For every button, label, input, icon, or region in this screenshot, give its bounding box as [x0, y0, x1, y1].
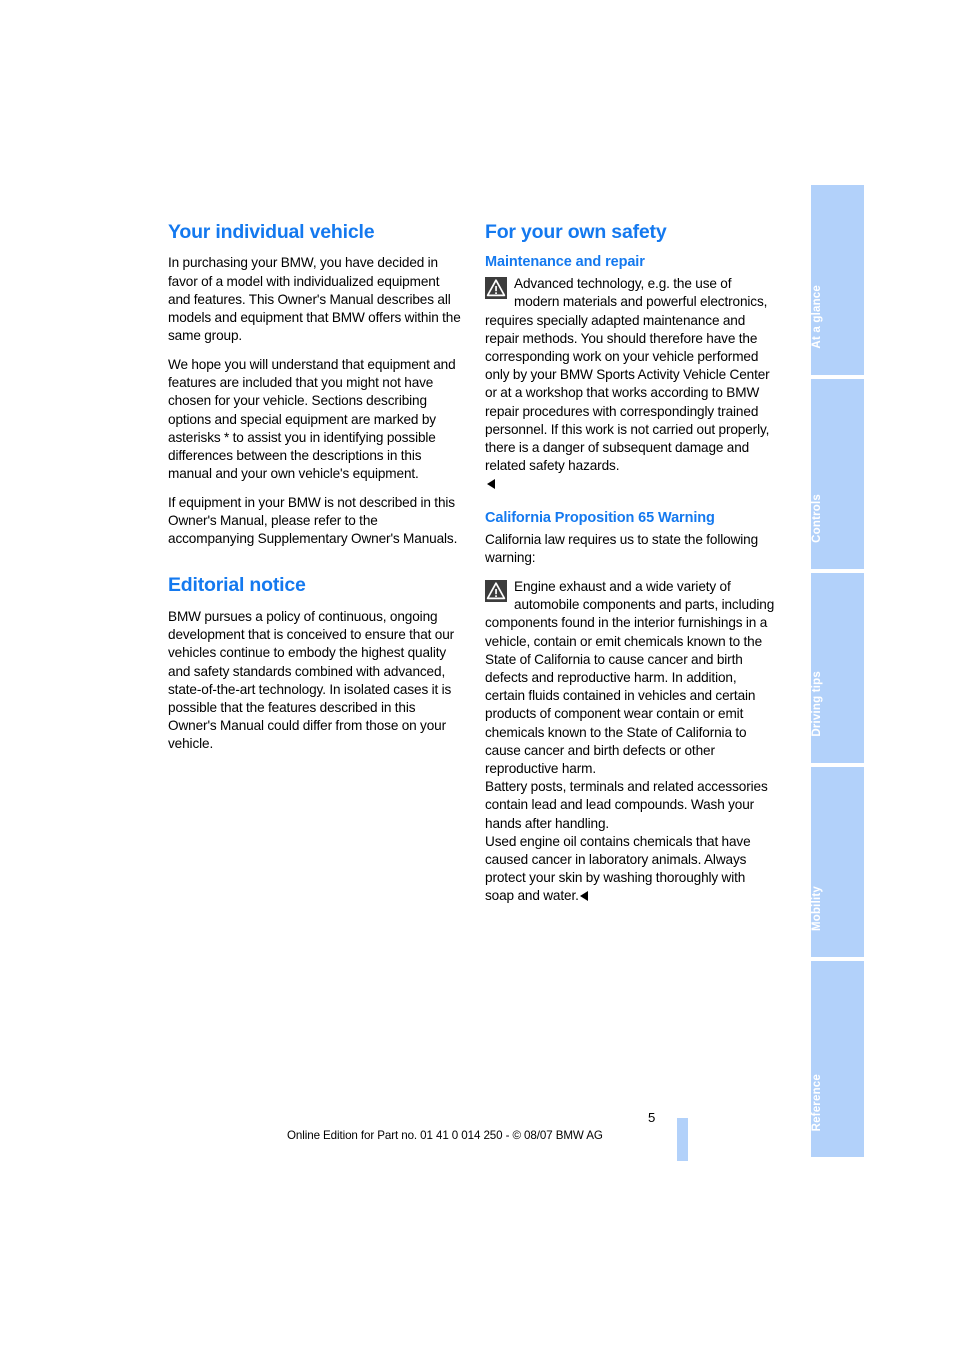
manual-page: Your individual vehicle In purchasing yo…: [0, 0, 954, 1350]
end-of-warning-marker: [486, 479, 495, 490]
paragraph: In purchasing your BMW, you have decided…: [168, 255, 461, 344]
page-title-your-individual-vehicle: Your individual vehicle: [168, 221, 375, 243]
warning-text: Engine exhaust and a wide variety of aut…: [485, 578, 775, 776]
left-column: Your individual vehicle In purchasing yo…: [168, 221, 461, 764]
paragraph: Used engine oil contains chemicals that …: [485, 833, 751, 904]
paragraph: Battery posts, terminals and related acc…: [485, 779, 768, 831]
side-tab-controls[interactable]: Controls: [811, 379, 864, 569]
side-tab-label: At a glance: [811, 285, 823, 349]
right-column: For your own safety Maintenance and repa…: [485, 221, 775, 916]
side-tab-label: Reference: [811, 1073, 823, 1131]
side-tab-label: Driving tips: [811, 671, 823, 737]
footer-accent-bar: [677, 1118, 688, 1161]
side-tab-mobility[interactable]: Mobility: [811, 767, 864, 957]
warning-block-proposition-65: Engine exhaust and a wide variety of aut…: [485, 578, 775, 906]
end-of-warning-marker: [580, 891, 589, 902]
paragraph: We hope you will understand that equipme…: [168, 356, 456, 482]
side-tab-reference[interactable]: Reference: [811, 961, 864, 1157]
side-tab-label: Mobility: [811, 885, 823, 931]
subheading-california-proposition-65-warning: California Proposition 65 Warning: [485, 510, 715, 527]
side-tab-at-a-glance[interactable]: At a glance: [811, 185, 864, 375]
side-tab-strip: At a glance Controls Driving tips Mobili…: [811, 185, 864, 1161]
paragraph: If equipment in your BMW is not describe…: [168, 494, 458, 547]
warning-text: Advanced technology, e.g. the use of mod…: [485, 276, 770, 474]
footer-edition-text: Online Edition for Part no. 01 41 0 014 …: [287, 1129, 603, 1142]
warning-triangle-icon: [485, 579, 507, 602]
paragraph: BMW pursues a policy of continuous, ongo…: [168, 608, 455, 752]
side-tab-label: Controls: [811, 494, 823, 543]
side-tab-driving-tips[interactable]: Driving tips: [811, 573, 864, 763]
paragraph-intro: California law requires us to state the …: [485, 532, 759, 566]
page-title-editorial-notice: Editorial notice: [168, 574, 306, 597]
warning-triangle-icon: [485, 277, 507, 300]
page-number: 5: [648, 1110, 656, 1125]
warning-block-maintenance: Advanced technology, e.g. the use of mod…: [485, 275, 775, 493]
subheading-maintenance-and-repair: Maintenance and repair: [485, 254, 645, 271]
page-title-for-your-own-safety: For your own safety: [485, 221, 667, 243]
